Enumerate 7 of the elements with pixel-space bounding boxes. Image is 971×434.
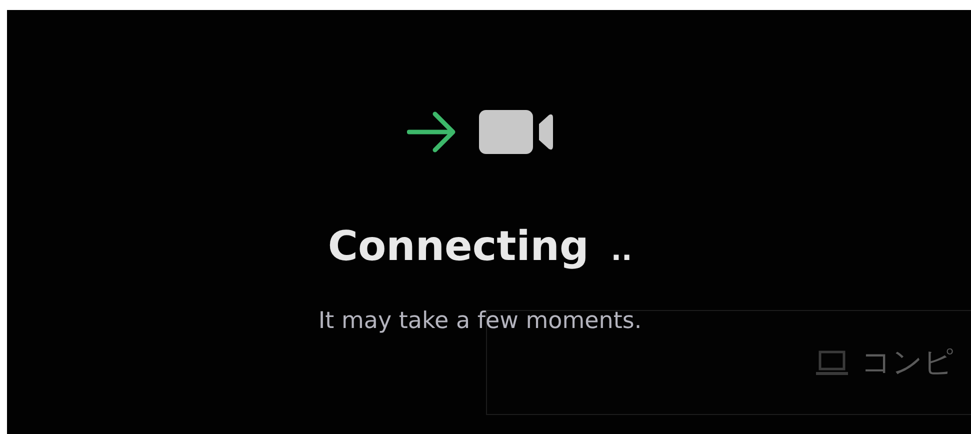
loading-dots: .. <box>610 234 632 267</box>
status-title: Connecting <box>328 222 589 270</box>
arrow-icon <box>407 110 457 154</box>
status-message: It may take a few moments. <box>318 308 642 334</box>
panel-label: コンピ <box>861 344 954 382</box>
video-camera-icon <box>479 110 553 154</box>
laptop-icon <box>815 348 849 376</box>
